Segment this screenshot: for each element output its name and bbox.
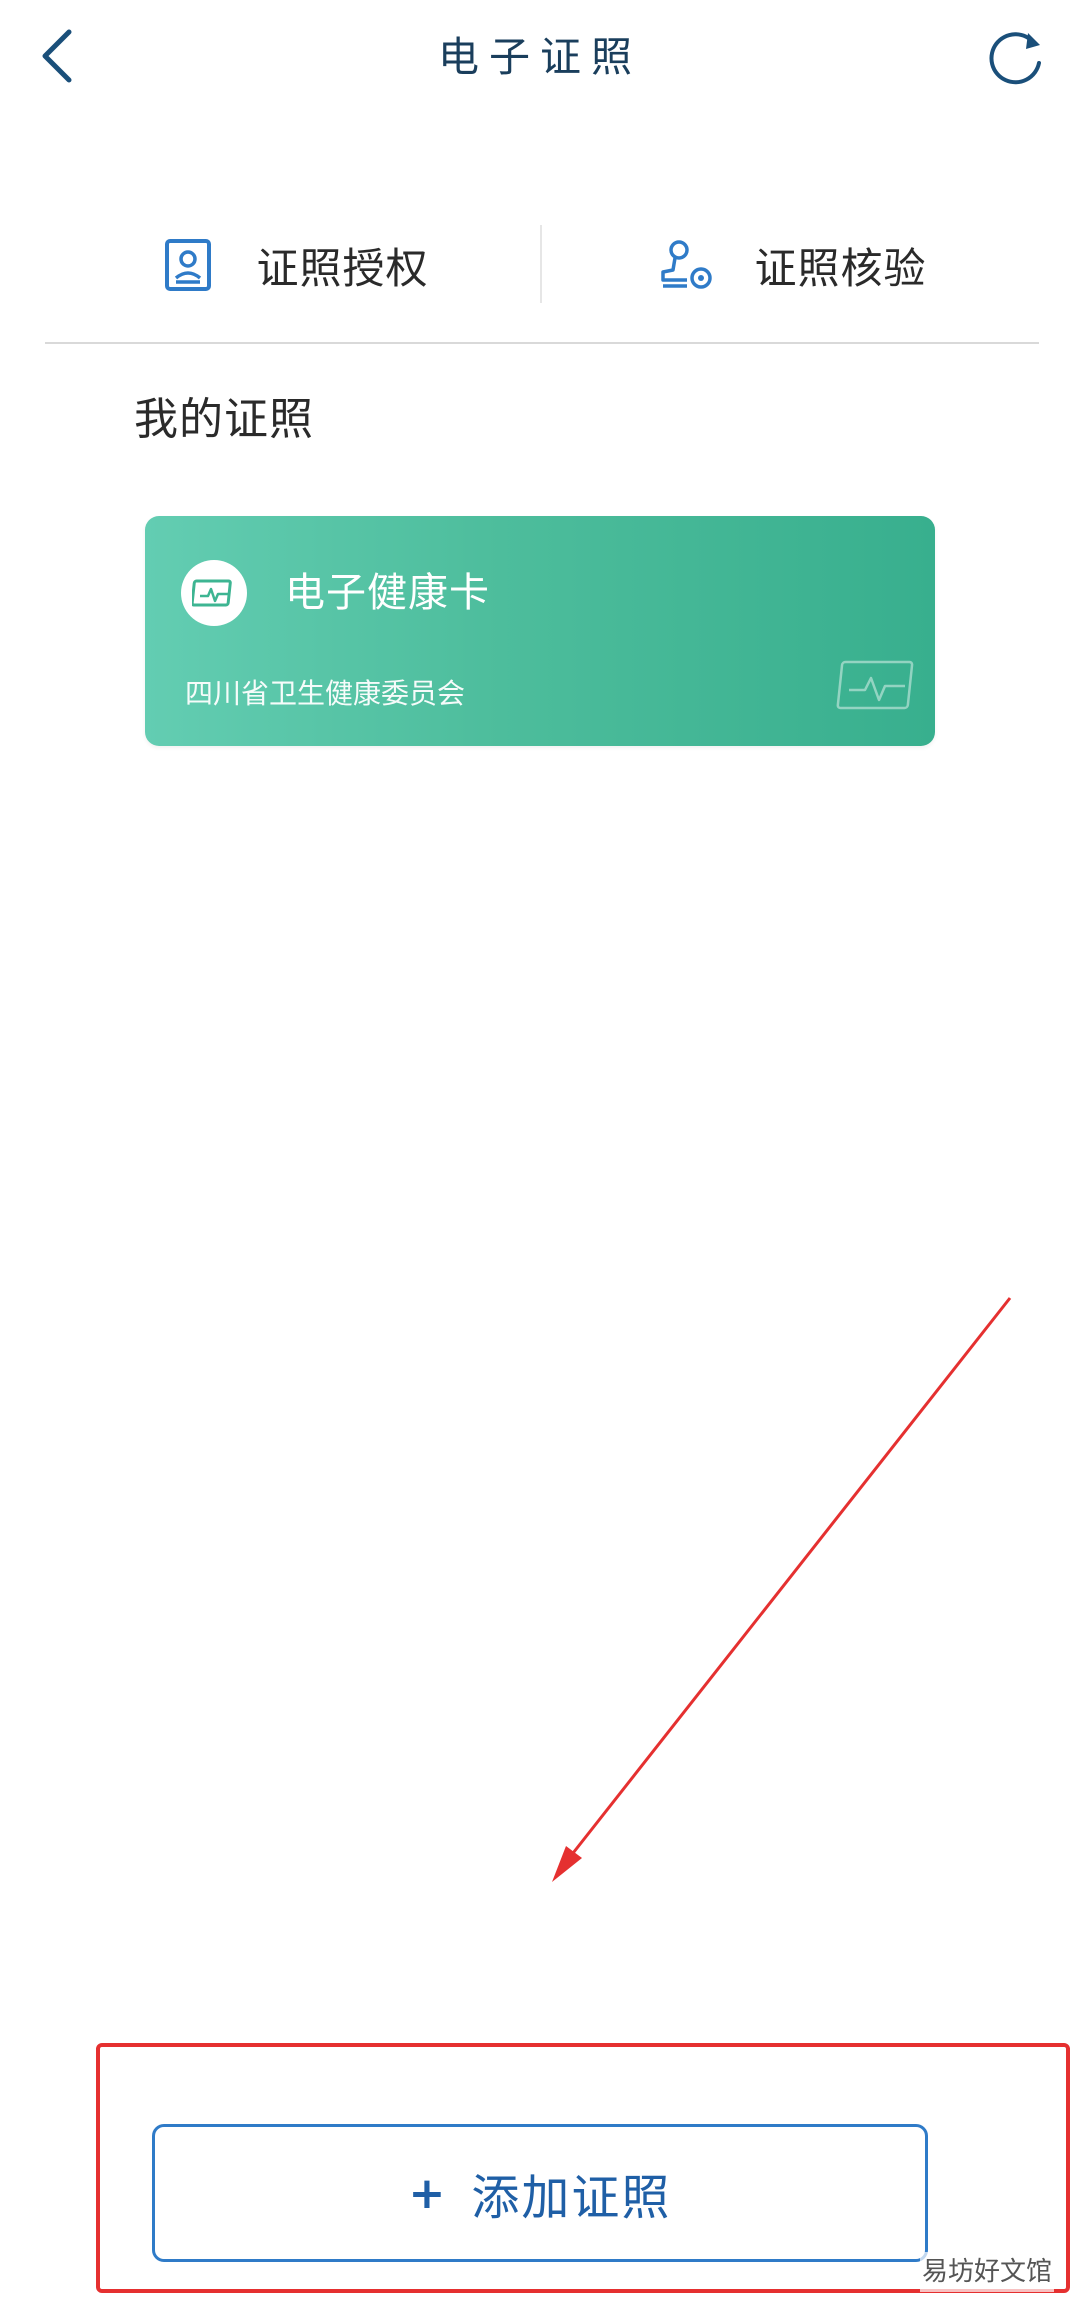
health-card-icon	[181, 560, 247, 626]
refresh-button[interactable]	[975, 18, 1055, 98]
page-title: 电子证照	[438, 33, 642, 81]
card-name: 电子健康卡	[285, 570, 490, 616]
add-license-label: 添加证照	[471, 2170, 672, 2226]
plus-icon: +	[408, 2167, 446, 2219]
back-button[interactable]	[22, 18, 92, 98]
id-card-icon	[156, 233, 220, 297]
add-license-button[interactable]: + 添加证照	[152, 2124, 928, 2262]
card-watermark-icon	[835, 656, 920, 716]
health-card[interactable]: 电子健康卡 四川省卫生健康委员会	[145, 516, 935, 746]
tab-license-authorization[interactable]: 证照授权	[45, 210, 540, 320]
tab-license-verification[interactable]: 证照核验	[543, 210, 1038, 320]
stamp-verify-icon	[654, 233, 718, 297]
card-issuer: 四川省卫生健康委员会	[185, 677, 466, 710]
refresh-icon	[984, 25, 1046, 91]
chevron-left-icon	[37, 26, 77, 90]
tab-label: 证照授权	[256, 243, 429, 293]
tab-divider	[540, 225, 542, 303]
annotation-arrow	[552, 1297, 1012, 1882]
watermark: 易坊好文馆	[919, 2252, 1054, 2292]
tab-label: 证照核验	[754, 243, 927, 293]
divider	[45, 342, 1039, 344]
section-title: 我的证照	[134, 394, 314, 445]
